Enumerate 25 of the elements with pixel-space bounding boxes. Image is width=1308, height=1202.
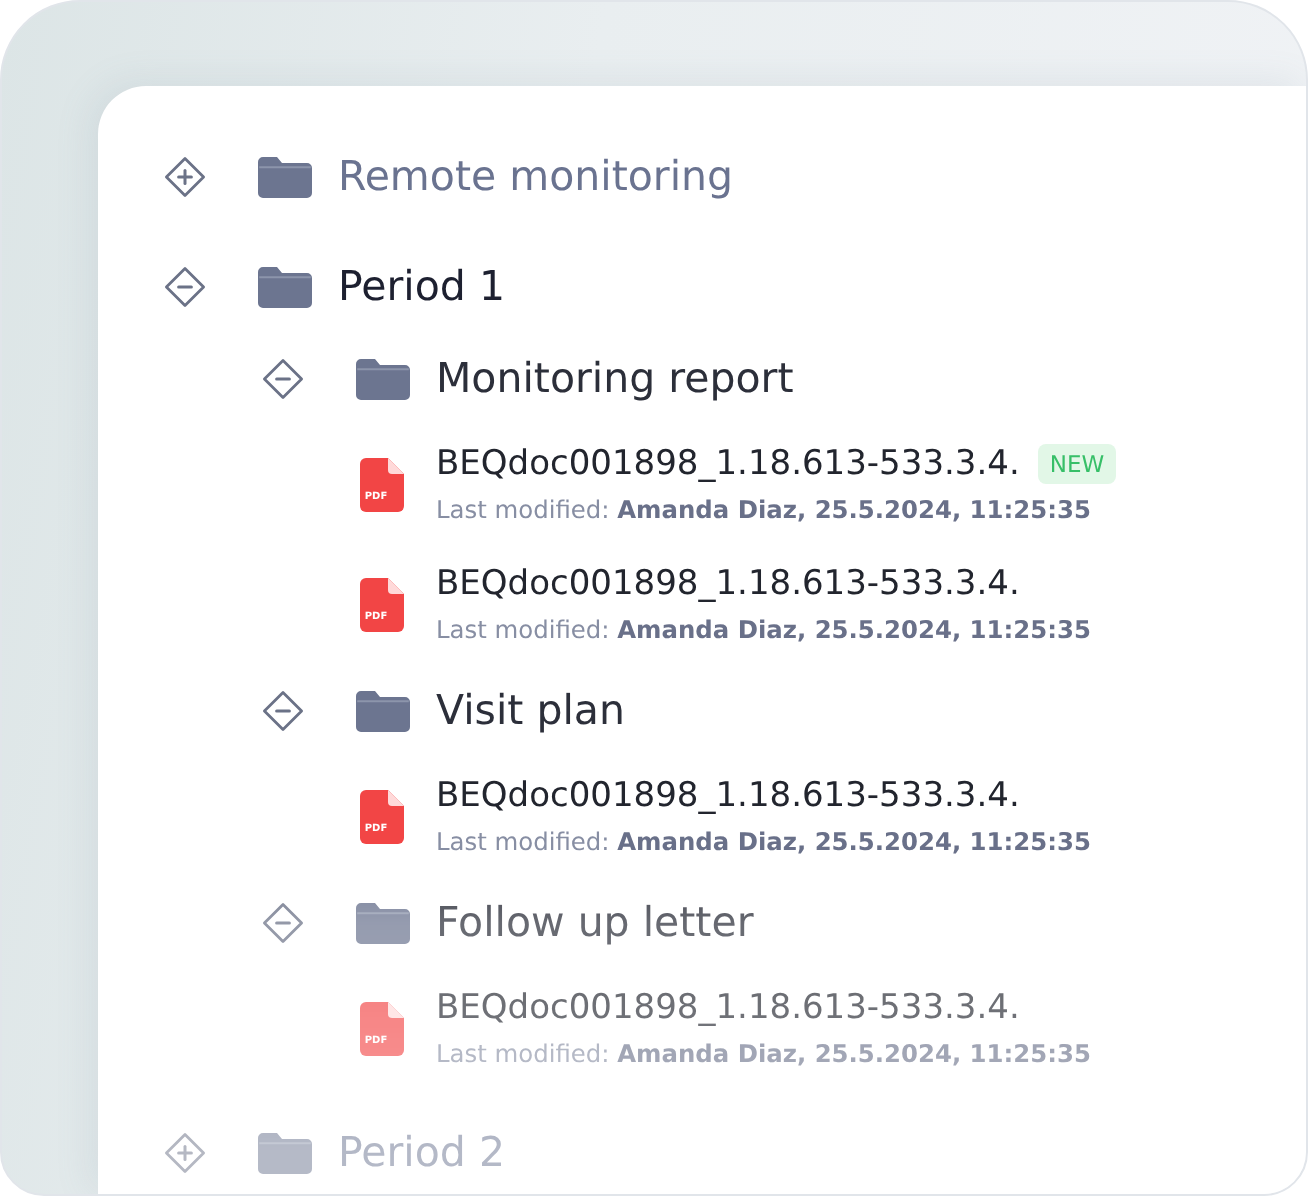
folder-name[interactable]: Remote monitoring xyxy=(338,152,734,200)
folder-name[interactable]: Follow up letter xyxy=(436,898,754,946)
file-name[interactable]: BEQdoc001898_1.18.613-533.3.4. xyxy=(436,773,1020,817)
folder-icon xyxy=(258,1131,312,1173)
plus-icon[interactable] xyxy=(164,155,206,197)
file-name[interactable]: BEQdoc001898_1.18.613-533.3.4. xyxy=(436,985,1020,1029)
folder-name[interactable]: Period 1 xyxy=(338,262,505,310)
minus-icon[interactable] xyxy=(164,265,206,307)
folder-name[interactable]: Visit plan xyxy=(436,686,625,734)
folder-icon xyxy=(258,155,312,197)
file-name[interactable]: BEQdoc001898_1.18.613-533.3.4. xyxy=(436,561,1020,605)
folder-icon xyxy=(356,901,410,943)
minus-icon[interactable] xyxy=(262,689,304,731)
minus-icon[interactable] xyxy=(262,357,304,399)
status-badge: NEW xyxy=(1037,443,1117,483)
folder-icon xyxy=(356,689,410,731)
modified-info: Last modified: Amanda Diaz, 25.5.2024, 11:25:35 xyxy=(436,613,1091,647)
folder-icon xyxy=(356,357,410,399)
modified-info: Last modified: Amanda Diaz, 25.5.2024, 11:25:35 xyxy=(436,825,1091,859)
folder-name[interactable]: Monitoring report xyxy=(436,354,794,402)
modified-info: Last modified: Amanda Diaz, 25.5.2024, 11:25:35 xyxy=(436,493,1093,527)
file-name[interactable]: BEQdoc001898_1.18.613-533.3.4. xyxy=(436,441,1020,485)
minus-icon[interactable] xyxy=(262,901,304,943)
modified-info: Last modified: Amanda Diaz, 25.5.2024, 11:25:35 xyxy=(436,1037,1091,1071)
folder-icon xyxy=(258,265,312,307)
